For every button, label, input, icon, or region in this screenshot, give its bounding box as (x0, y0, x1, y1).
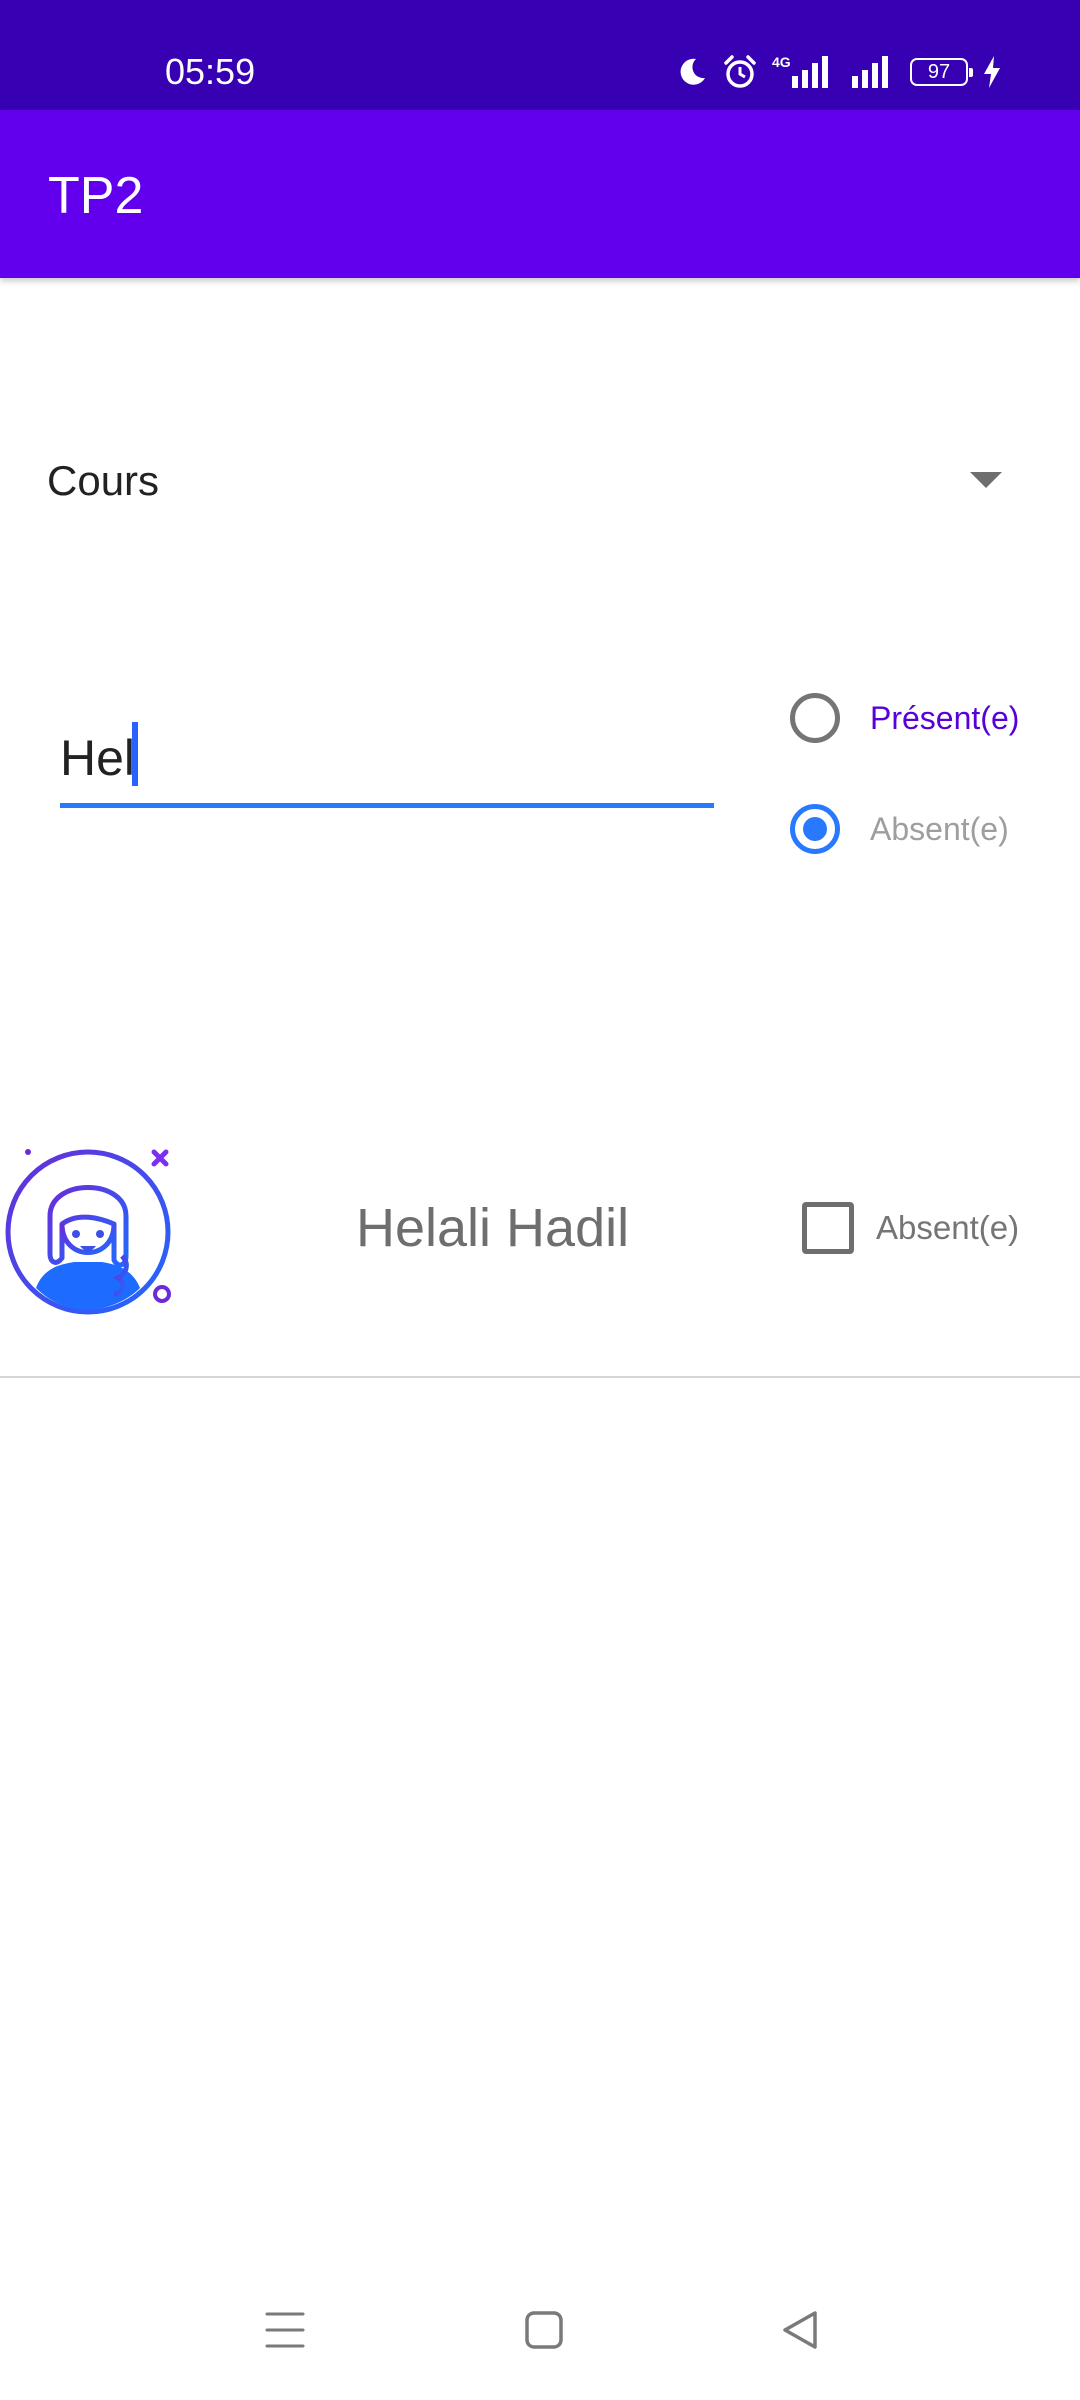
radio-present-label[interactable]: Présent(e) (870, 700, 1019, 737)
navigation-bar (0, 2280, 1080, 2380)
battery-level: 97 (927, 60, 951, 83)
course-spinner[interactable]: Cours (0, 420, 1080, 540)
radio-present[interactable]: Présent(e) (790, 683, 1019, 753)
signal-icon (848, 54, 896, 90)
page-title: TP2 (48, 167, 144, 225)
list-item: Helali Hadil Absent(e) (0, 1130, 1080, 1376)
status-bar: 05:59 4G 97 (0, 0, 1080, 110)
charging-icon (982, 55, 1002, 89)
list-divider (0, 1376, 1080, 1378)
dropdown-arrow-icon (970, 472, 1002, 488)
home-square-icon[interactable] (524, 2308, 564, 2357)
status-time: 05:59 (165, 51, 256, 92)
text-cursor (132, 722, 138, 786)
network-type-label: 4G (772, 54, 791, 70)
menu-icon[interactable] (264, 2308, 306, 2357)
absent-checkbox-label[interactable]: Absent(e) (876, 1207, 1019, 1249)
student-search-input[interactable] (60, 712, 714, 808)
radio-absent-circle[interactable] (790, 804, 840, 854)
battery-icon: 97 (910, 58, 973, 86)
status-icons: 4G 97 (676, 48, 1002, 96)
student-name: Helali Hadil (356, 1198, 630, 1258)
radio-absent[interactable]: Absent(e) (790, 794, 1009, 864)
app-bar: TP2 (0, 110, 1080, 278)
back-triangle-icon[interactable] (780, 2308, 820, 2357)
moon-icon (676, 56, 708, 88)
student-avatar-icon (0, 1138, 180, 1323)
signal-4g-icon: 4G (772, 54, 834, 90)
absent-checkbox[interactable] (802, 1202, 854, 1254)
radio-absent-label[interactable]: Absent(e) (870, 811, 1009, 848)
course-spinner-label: Cours (47, 457, 160, 504)
alarm-icon (722, 54, 758, 90)
radio-present-circle[interactable] (790, 693, 840, 743)
